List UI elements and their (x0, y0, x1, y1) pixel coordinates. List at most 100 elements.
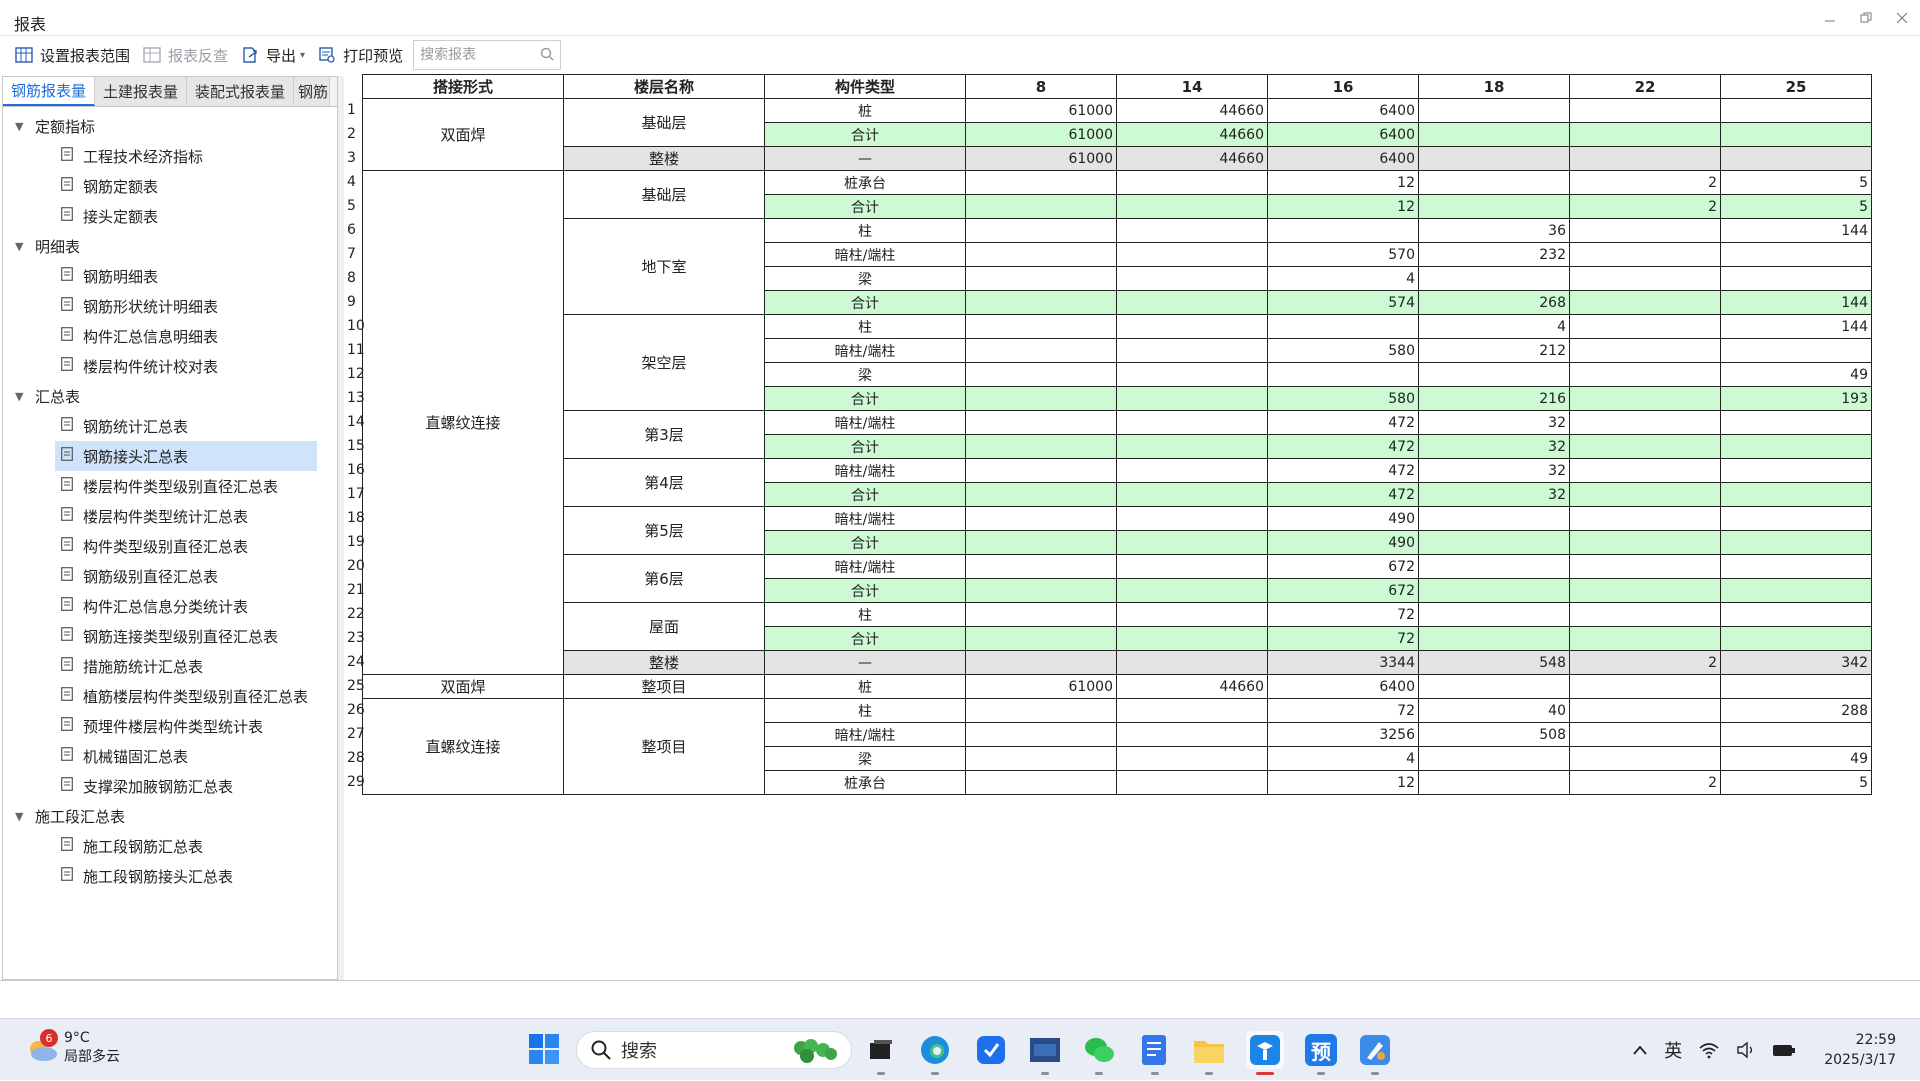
component-type-cell[interactable]: 合计 (764, 290, 966, 315)
volume-button[interactable] (1736, 1041, 1756, 1059)
value-cell[interactable] (965, 314, 1117, 339)
value-cell[interactable]: 61000 (965, 674, 1117, 699)
notes-app[interactable] (972, 1031, 1010, 1069)
value-cell[interactable]: 472 (1267, 482, 1419, 507)
value-cell[interactable] (1116, 314, 1268, 339)
row-number[interactable]: 6 (344, 218, 364, 242)
value-cell[interactable] (965, 746, 1117, 771)
value-cell[interactable] (1569, 458, 1721, 483)
caret-down-icon[interactable]: ▼ (15, 390, 35, 403)
value-cell[interactable] (1720, 554, 1872, 579)
value-cell[interactable]: 4 (1267, 746, 1419, 771)
value-cell[interactable] (1116, 530, 1268, 555)
value-cell[interactable]: 232 (1418, 242, 1570, 267)
value-cell[interactable]: 5 (1720, 194, 1872, 219)
value-cell[interactable]: 2 (1569, 194, 1721, 219)
value-cell[interactable]: 2 (1569, 650, 1721, 675)
joint-type-cell[interactable]: 双面焊 (362, 674, 564, 699)
value-cell[interactable]: 6400 (1267, 674, 1419, 699)
value-cell[interactable] (1418, 122, 1570, 147)
value-cell[interactable] (965, 578, 1117, 603)
row-number[interactable]: 25 (344, 674, 365, 698)
value-cell[interactable]: 44660 (1116, 674, 1268, 699)
column-header[interactable]: 25 (1720, 74, 1872, 99)
value-cell[interactable] (1569, 722, 1721, 747)
value-cell[interactable] (965, 242, 1117, 267)
tree-group-construction-stage[interactable]: ▼ 施工段汇总表 (3, 801, 337, 831)
value-cell[interactable] (1569, 578, 1721, 603)
value-cell[interactable]: 4 (1267, 266, 1419, 291)
value-cell[interactable] (1267, 314, 1419, 339)
component-type-cell[interactable]: 桩 (764, 674, 966, 699)
value-cell[interactable] (1418, 194, 1570, 219)
value-cell[interactable] (1116, 338, 1268, 363)
floor-name-cell[interactable]: 第3层 (563, 410, 765, 459)
value-cell[interactable] (1720, 98, 1872, 123)
floor-name-cell[interactable]: 第5层 (563, 506, 765, 555)
close-button[interactable] (1884, 0, 1920, 36)
value-cell[interactable] (965, 650, 1117, 675)
joint-type-cell[interactable]: 直螺纹连接 (362, 698, 564, 795)
value-cell[interactable]: 49 (1720, 362, 1872, 387)
tree-item[interactable]: 施工段钢筋接头汇总表 (3, 861, 337, 891)
value-cell[interactable]: 472 (1267, 458, 1419, 483)
component-type-cell[interactable]: 桩 (764, 98, 966, 123)
value-cell[interactable] (1720, 242, 1872, 267)
value-cell[interactable] (965, 626, 1117, 651)
row-number[interactable]: 8 (344, 266, 364, 290)
row-number[interactable]: 7 (344, 242, 364, 266)
value-cell[interactable] (965, 554, 1117, 579)
row-number[interactable]: 18 (344, 506, 365, 530)
column-header[interactable]: 22 (1569, 74, 1721, 99)
value-cell[interactable]: 342 (1720, 650, 1872, 675)
tree-item[interactable]: 楼层构件类型统计汇总表 (3, 501, 337, 531)
component-type-cell[interactable]: 桩承台 (764, 170, 966, 195)
value-cell[interactable]: 32 (1418, 458, 1570, 483)
value-cell[interactable]: 5 (1720, 170, 1872, 195)
value-cell[interactable] (1569, 338, 1721, 363)
value-cell[interactable] (1720, 506, 1872, 531)
row-number[interactable]: 3 (344, 146, 364, 170)
row-number[interactable]: 27 (344, 722, 365, 746)
value-cell[interactable] (1418, 578, 1570, 603)
report-search-input[interactable] (418, 46, 539, 64)
tree-item[interactable]: 预埋件楼层构件类型统计表 (3, 711, 337, 741)
floor-name-cell[interactable]: 基础层 (563, 98, 765, 147)
preview-app[interactable]: 预 (1302, 1031, 1340, 1075)
value-cell[interactable]: 3256 (1267, 722, 1419, 747)
ime-indicator[interactable]: 英 (1664, 1037, 1682, 1063)
start-button[interactable] (528, 1033, 560, 1069)
value-cell[interactable]: 72 (1267, 602, 1419, 627)
wechat-app[interactable] (1080, 1031, 1118, 1075)
value-cell[interactable]: 6400 (1267, 122, 1419, 147)
value-cell[interactable] (965, 194, 1117, 219)
tree-item[interactable]: 钢筋统计汇总表 (3, 411, 337, 441)
value-cell[interactable] (965, 338, 1117, 363)
value-cell[interactable]: 32 (1418, 482, 1570, 507)
component-type-cell[interactable]: 柱 (764, 602, 966, 627)
value-cell[interactable]: 490 (1267, 506, 1419, 531)
value-cell[interactable]: 490 (1267, 530, 1419, 555)
value-cell[interactable]: 672 (1267, 554, 1419, 579)
floor-name-cell[interactable]: 基础层 (563, 170, 765, 219)
value-cell[interactable]: 72 (1267, 626, 1419, 651)
value-cell[interactable]: 570 (1267, 242, 1419, 267)
set-range-button[interactable]: 设置报表范围 (8, 40, 136, 70)
value-cell[interactable] (1418, 674, 1570, 699)
component-type-cell[interactable]: 暗柱/端柱 (764, 242, 966, 267)
value-cell[interactable] (1116, 242, 1268, 267)
value-cell[interactable]: 144 (1720, 314, 1872, 339)
row-number[interactable]: 20 (344, 554, 365, 578)
floor-name-cell[interactable]: 整项目 (563, 698, 765, 795)
value-cell[interactable]: 12 (1267, 170, 1419, 195)
clock[interactable]: 22:59 2025/3/17 (1824, 1030, 1896, 1070)
search-icon[interactable] (540, 47, 554, 65)
value-cell[interactable] (1720, 146, 1872, 171)
value-cell[interactable] (1720, 458, 1872, 483)
value-cell[interactable] (1569, 242, 1721, 267)
value-cell[interactable] (1418, 170, 1570, 195)
value-cell[interactable] (1720, 578, 1872, 603)
value-cell[interactable]: 6400 (1267, 146, 1419, 171)
component-type-cell[interactable]: 合计 (764, 122, 966, 147)
value-cell[interactable] (1418, 626, 1570, 651)
